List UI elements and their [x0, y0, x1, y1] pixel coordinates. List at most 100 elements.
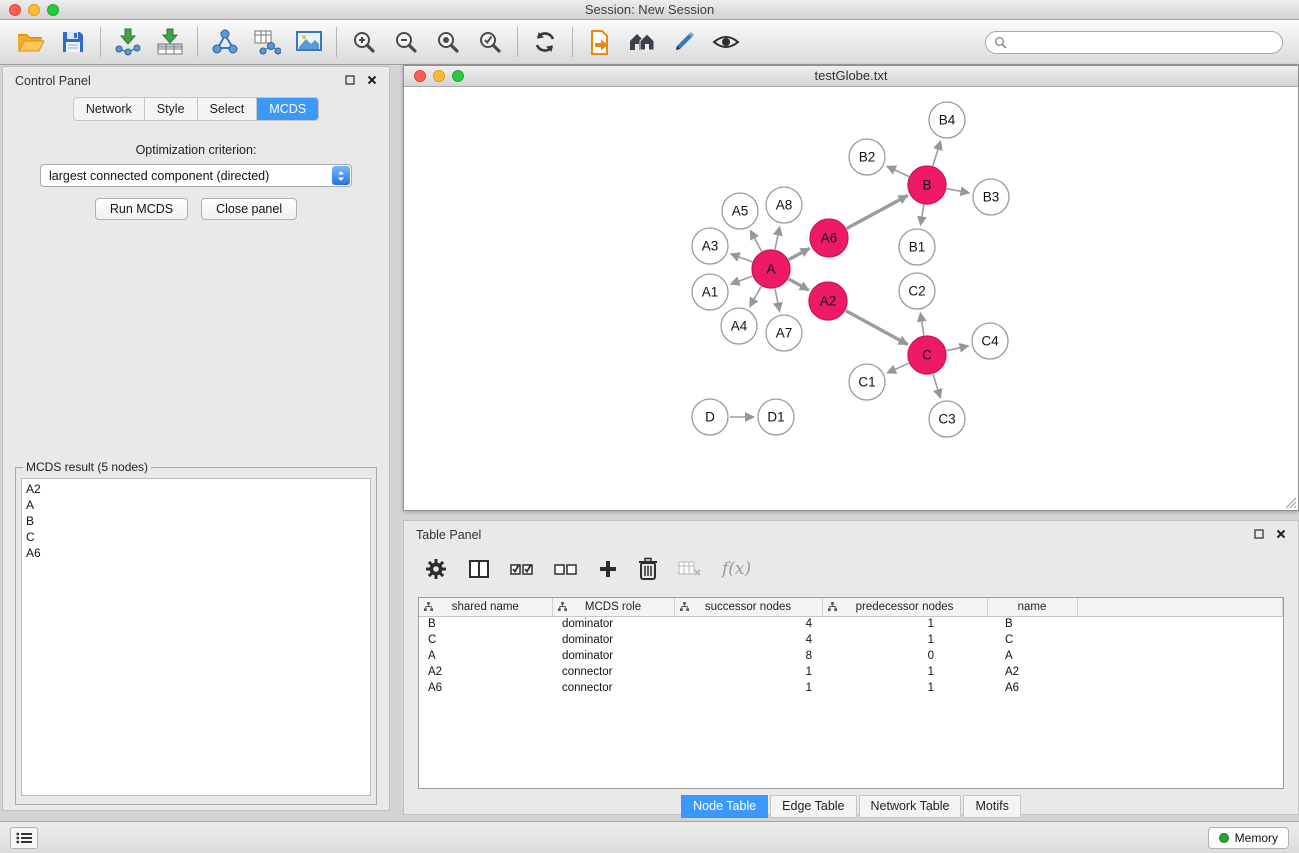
- equation-builder-button[interactable]: f(x): [722, 559, 751, 579]
- graph-node-B1[interactable]: B1: [899, 229, 935, 265]
- graph-node-D1[interactable]: D1: [758, 399, 794, 435]
- zoom-fit-button[interactable]: [427, 23, 469, 61]
- graph-edge-A-A8[interactable]: [775, 227, 780, 250]
- node-table-cell[interactable]: connector: [552, 680, 674, 696]
- graph-edge-B-B4[interactable]: [933, 141, 941, 166]
- mcds-result-item[interactable]: B: [26, 513, 366, 529]
- graph-node-A6[interactable]: A6: [810, 219, 848, 257]
- node-table-cell[interactable]: C: [419, 632, 552, 648]
- float-panel-icon[interactable]: [345, 74, 355, 88]
- run-mcds-button[interactable]: Run MCDS: [95, 198, 188, 220]
- node-table-row[interactable]: A6connector11A6: [419, 680, 1283, 696]
- graph-node-B3[interactable]: B3: [973, 179, 1009, 215]
- network-window-title-bar[interactable]: testGlobe.txt: [404, 66, 1298, 87]
- node-table-cell[interactable]: A2: [987, 664, 1077, 680]
- delete-columns-button[interactable]: [638, 557, 658, 581]
- column-settings-button[interactable]: [424, 557, 448, 581]
- mcds-result-item[interactable]: A6: [26, 545, 366, 561]
- tab-select[interactable]: Select: [198, 98, 258, 120]
- tab-node-table[interactable]: Node Table: [681, 795, 768, 818]
- node-table-cell[interactable]: 1: [822, 680, 987, 696]
- zoom-in-button[interactable]: [343, 23, 385, 61]
- close-table-panel-icon[interactable]: [1276, 528, 1286, 542]
- mcds-result-item[interactable]: A: [26, 497, 366, 513]
- node-table-cell[interactable]: dominator: [552, 632, 674, 648]
- graph-node-A8[interactable]: A8: [766, 187, 802, 223]
- node-table-cell[interactable]: B: [987, 616, 1077, 632]
- network-close-button[interactable]: [414, 70, 426, 82]
- node-table-cell[interactable]: B: [419, 616, 552, 632]
- graph-node-C2[interactable]: C2: [899, 273, 935, 309]
- graph-node-A[interactable]: A: [752, 250, 790, 288]
- new-network-table-button[interactable]: [246, 23, 288, 61]
- tab-edge-table[interactable]: Edge Table: [770, 795, 856, 818]
- graph-edge-A-A3[interactable]: [731, 254, 753, 262]
- node-table-cell[interactable]: A6: [419, 680, 552, 696]
- apply-layout-button[interactable]: [524, 23, 566, 61]
- node-table-cell[interactable]: A2: [419, 664, 552, 680]
- network-minimize-button[interactable]: [433, 70, 445, 82]
- graph-edge-A2-C[interactable]: [846, 311, 908, 345]
- show-all-networks-button[interactable]: [621, 23, 663, 61]
- graph-node-A3[interactable]: A3: [692, 228, 728, 264]
- node-table-cell[interactable]: 0: [822, 648, 987, 664]
- node-table-cell[interactable]: A: [987, 648, 1077, 664]
- graph-edge-A-A2[interactable]: [788, 279, 808, 290]
- node-table-cell[interactable]: 8: [674, 648, 822, 664]
- graph-node-C[interactable]: C: [908, 336, 946, 374]
- node-table-cell[interactable]: 1: [822, 632, 987, 648]
- graph-edge-C-C3[interactable]: [933, 374, 940, 398]
- node-table-cell[interactable]: 1: [674, 680, 822, 696]
- graph-edge-B-B1[interactable]: [921, 205, 924, 226]
- graph-edge-C-C4[interactable]: [947, 346, 969, 351]
- graph-edge-C-C1[interactable]: [887, 363, 909, 373]
- mcds-result-item[interactable]: C: [26, 529, 366, 545]
- search-input[interactable]: [985, 31, 1283, 54]
- column-header-name[interactable]: name: [987, 598, 1077, 616]
- graph-node-A5[interactable]: A5: [722, 193, 758, 229]
- graph-node-C3[interactable]: C3: [929, 401, 965, 437]
- graph-edge-B-B2[interactable]: [887, 166, 909, 176]
- graph-edge-A6-B[interactable]: [847, 196, 908, 229]
- network-graph[interactable]: B4B2BB3A5A8A6A3B1AC2A1A2A4A7C4CC1C3DD1: [404, 87, 1298, 510]
- criterion-dropdown[interactable]: largest connected component (directed): [40, 164, 352, 187]
- delete-table-button[interactable]: [678, 560, 702, 578]
- export-image-button[interactable]: [288, 23, 330, 61]
- show-hide-button[interactable]: [705, 23, 747, 61]
- memory-button[interactable]: Memory: [1208, 827, 1289, 849]
- node-table-row[interactable]: Bdominator41B: [419, 616, 1283, 632]
- network-canvas[interactable]: B4B2BB3A5A8A6A3B1AC2A1A2A4A7C4CC1C3DD1: [404, 87, 1298, 510]
- node-table-cell[interactable]: 1: [674, 664, 822, 680]
- column-header-mcds-role[interactable]: MCDS role: [552, 598, 674, 616]
- node-table-cell[interactable]: A: [419, 648, 552, 664]
- open-session-button[interactable]: [10, 23, 52, 61]
- minimize-window-button[interactable]: [28, 4, 40, 16]
- node-table-cell[interactable]: 1: [822, 664, 987, 680]
- graph-edge-A-A7[interactable]: [775, 289, 780, 312]
- node-table-cell[interactable]: connector: [552, 664, 674, 680]
- node-table-row[interactable]: A2connector11A2: [419, 664, 1283, 680]
- graph-node-A7[interactable]: A7: [766, 315, 802, 351]
- node-table-cell[interactable]: dominator: [552, 648, 674, 664]
- import-table-button[interactable]: [149, 23, 191, 61]
- graph-node-D[interactable]: D: [692, 399, 728, 435]
- merge-columns-button[interactable]: [468, 559, 490, 579]
- select-all-rows-button[interactable]: [510, 560, 534, 578]
- graph-node-B4[interactable]: B4: [929, 102, 965, 138]
- graph-edge-A-A1[interactable]: [731, 276, 753, 284]
- save-session-button[interactable]: [52, 23, 94, 61]
- close-window-button[interactable]: [9, 4, 21, 16]
- create-column-button[interactable]: [598, 559, 618, 579]
- mcds-result-item[interactable]: A2: [26, 481, 366, 497]
- first-neighbors-button[interactable]: [579, 23, 621, 61]
- tab-mcds[interactable]: MCDS: [257, 98, 318, 120]
- graph-node-B2[interactable]: B2: [849, 139, 885, 175]
- graph-edge-C-C2[interactable]: [920, 313, 924, 336]
- node-table-cell[interactable]: C: [987, 632, 1077, 648]
- node-table-cell[interactable]: 1: [822, 616, 987, 632]
- graph-edge-A-A4[interactable]: [750, 286, 761, 306]
- graph-node-B[interactable]: B: [908, 166, 946, 204]
- graph-node-C1[interactable]: C1: [849, 364, 885, 400]
- column-header-successor-nodes[interactable]: successor nodes: [674, 598, 822, 616]
- node-table-cell[interactable]: dominator: [552, 616, 674, 632]
